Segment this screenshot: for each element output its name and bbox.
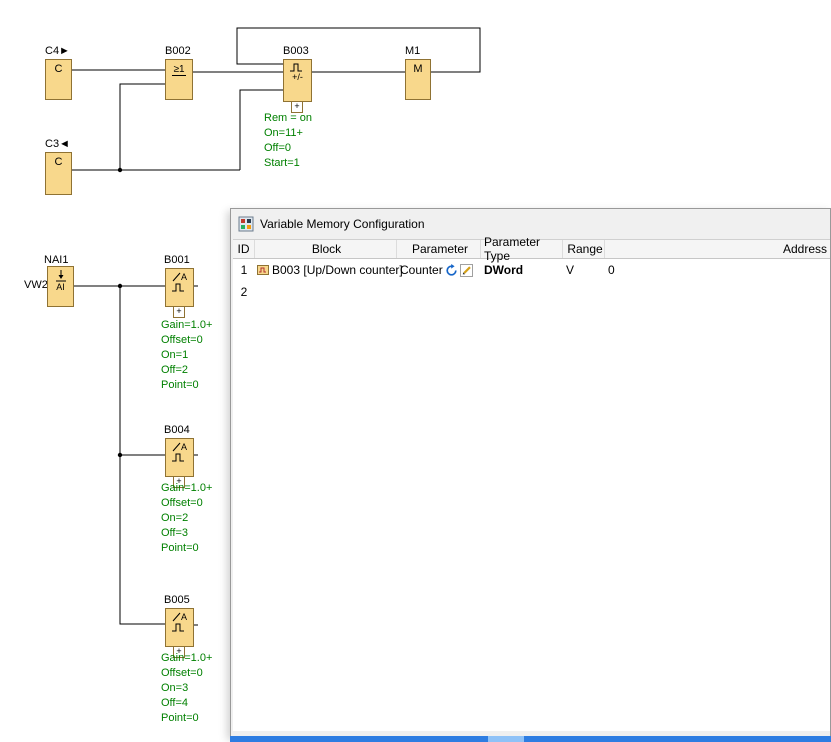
table-row-2[interactable]: 2 xyxy=(233,281,831,303)
b001-parameters: Gain=1.0+ Offset=0 On=1 Off=2 Point=0 xyxy=(161,318,212,393)
block-c3-symbol: C xyxy=(55,156,63,168)
block-label-c3: C3◄ xyxy=(45,138,70,150)
counter-plusminus-symbol: +/- xyxy=(292,73,303,82)
block-b001-analog-trigger[interactable]: A xyxy=(165,268,194,307)
table-row-1[interactable]: 1 B003 [Up/Down counter] Counter xyxy=(233,259,831,281)
analog-a-symbol: A xyxy=(181,273,187,282)
block-b004-analog-trigger[interactable]: A xyxy=(165,438,194,477)
slash-icon xyxy=(172,612,181,622)
b003-param-line: Rem = on xyxy=(264,111,312,126)
cell-parameter-type: DWord xyxy=(481,259,563,281)
b001-param-line: Point=0 xyxy=(161,378,212,393)
block-m1-flag[interactable]: M xyxy=(405,59,431,100)
trigger-step-icon xyxy=(171,283,189,292)
cell-parameter: Counter xyxy=(397,259,481,281)
b005-param-line: Point=0 xyxy=(161,711,212,726)
column-header-parameter[interactable]: Parameter xyxy=(397,240,481,258)
b004-param-line: Point=0 xyxy=(161,541,212,556)
block-c4[interactable]: C xyxy=(45,59,72,100)
column-header-address[interactable]: Address xyxy=(605,240,831,258)
block-label-m1: M1 xyxy=(405,45,420,57)
cell-range xyxy=(563,281,605,303)
b001-param-line: On=1 xyxy=(161,348,212,363)
analog-a-symbol: A xyxy=(181,443,187,452)
b005-parameters: Gain=1.0+ Offset=0 On=3 Off=4 Point=0 xyxy=(161,651,212,726)
cell-address xyxy=(605,281,831,303)
window-title: Variable Memory Configuration xyxy=(260,217,425,231)
cell-address[interactable]: 0 xyxy=(605,259,831,281)
block-label-b002: B002 xyxy=(165,45,191,57)
analog-slash-symbol: A xyxy=(172,612,187,622)
block-b005-analog-trigger[interactable]: A xyxy=(165,608,194,647)
block-label-c4: C4► xyxy=(45,45,70,57)
window-bottom-edge xyxy=(230,736,831,742)
cell-block xyxy=(255,281,397,303)
block-nai1-analog-input[interactable]: AI xyxy=(47,266,74,307)
cell-parameter-type xyxy=(481,281,563,303)
block-b003-counter[interactable]: +/- xyxy=(283,59,312,102)
cell-parameter xyxy=(397,281,481,303)
cell-id: 2 xyxy=(233,281,255,303)
b004-param-line: Gain=1.0+ xyxy=(161,481,212,496)
b001-param-line: Offset=0 xyxy=(161,333,212,348)
column-header-block[interactable]: Block xyxy=(255,240,397,258)
b003-param-line: On=11+ xyxy=(264,126,312,141)
block-nai1-symbol: AI xyxy=(56,283,65,292)
b003-param-line: Start=1 xyxy=(264,156,312,171)
block-c3[interactable]: C xyxy=(45,152,72,195)
analog-input-icon xyxy=(54,270,68,282)
trigger-step-icon xyxy=(171,623,189,632)
b005-param-line: Off=4 xyxy=(161,696,212,711)
analog-slash-symbol: A xyxy=(172,272,187,282)
window-bottom-edge-highlight xyxy=(488,736,524,742)
analog-slash-symbol: A xyxy=(172,442,187,452)
block-c4-symbol: C xyxy=(55,63,63,75)
block-m1-symbol: M xyxy=(413,63,422,75)
cell-block: B003 [Up/Down counter] xyxy=(255,259,397,281)
cell-id: 1 xyxy=(233,259,255,281)
analog-a-symbol: A xyxy=(181,613,187,622)
table-header-row: ID Block Parameter Parameter Type Range … xyxy=(233,239,831,259)
edit-pencil-icon[interactable] xyxy=(460,264,473,277)
block-label-b004: B004 xyxy=(164,424,190,436)
b005-param-line: On=3 xyxy=(161,681,212,696)
b004-param-line: Off=3 xyxy=(161,526,212,541)
b001-param-line: Off=2 xyxy=(161,363,212,378)
cell-block-text: B003 [Up/Down counter] xyxy=(272,263,403,277)
slash-icon xyxy=(172,272,181,282)
b001-param-line: Gain=1.0+ xyxy=(161,318,212,333)
b004-parameters: Gain=1.0+ Offset=0 On=2 Off=3 Point=0 xyxy=(161,481,212,556)
b004-param-line: On=2 xyxy=(161,511,212,526)
cell-range: V xyxy=(563,259,605,281)
block-label-b003: B003 xyxy=(283,45,309,57)
block-mini-icon xyxy=(257,264,269,276)
b003-param-line: Off=0 xyxy=(264,141,312,156)
b005-param-line: Offset=0 xyxy=(161,666,212,681)
nai1-operand-label: VW2 xyxy=(24,279,48,291)
column-header-parameter-type[interactable]: Parameter Type xyxy=(481,240,563,258)
refresh-icon[interactable] xyxy=(445,264,458,277)
b004-param-line: Offset=0 xyxy=(161,496,212,511)
variable-memory-table: ID Block Parameter Parameter Type Range … xyxy=(233,239,831,731)
block-label-nai1: NAI1 xyxy=(44,254,68,266)
block-label-b005: B005 xyxy=(164,594,190,606)
cell-parameter-text: Counter xyxy=(400,263,443,277)
slash-icon xyxy=(172,442,181,452)
column-header-id[interactable]: ID xyxy=(233,240,255,258)
block-b002-or[interactable]: ≥1 xyxy=(165,59,193,100)
b003-parameters: Rem = on On=11+ Off=0 Start=1 xyxy=(264,111,312,171)
trigger-step-icon xyxy=(171,453,189,462)
b005-param-line: Gain=1.0+ xyxy=(161,651,212,666)
block-label-b001: B001 xyxy=(164,254,190,266)
or-gate-symbol: ≥1 xyxy=(172,64,185,76)
variable-memory-window: Variable Memory Configuration ID Block P… xyxy=(230,208,831,737)
window-icon xyxy=(238,216,254,232)
expand-b001-button[interactable]: + xyxy=(173,306,185,318)
column-header-range[interactable]: Range xyxy=(563,240,605,258)
counter-step-icon xyxy=(289,63,307,72)
